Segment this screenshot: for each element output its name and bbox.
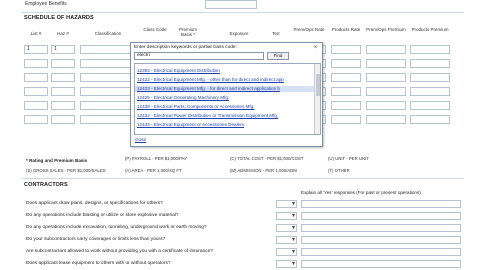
premops-premium-field[interactable] [366, 115, 406, 124]
answer-dropdown[interactable] [276, 236, 297, 244]
products-rate-field[interactable] [331, 87, 361, 96]
classification-field[interactable] [80, 45, 136, 54]
products-rate-field[interactable] [331, 59, 361, 68]
close-icon[interactable]: × [312, 45, 319, 52]
col-premops-premium: Prem/Ops Premium [366, 27, 406, 32]
rating-other: (T) OTHER [328, 168, 350, 173]
classification-field[interactable] [80, 115, 136, 124]
results-scrollbar[interactable] [314, 64, 320, 134]
products-premium-field[interactable] [410, 45, 450, 54]
list-field[interactable]: 1 [24, 45, 48, 54]
products-rate-field[interactable] [331, 115, 361, 124]
col-products-premium: Products Premium [411, 27, 449, 32]
products-premium-field[interactable] [410, 59, 450, 68]
rating-admission: (M) ADMISSION - PER 1,000/ADM [230, 168, 297, 173]
search-results-box: 12393 - Electrical Equipment Distributio… [134, 63, 321, 135]
haz-field[interactable]: 1 [51, 45, 75, 54]
classification-field[interactable] [80, 73, 136, 82]
rating-area: (A) AREA - PER 1,000/SQ FT [125, 168, 182, 173]
premops-premium-field[interactable] [366, 87, 406, 96]
answer-dropdown[interactable] [276, 248, 297, 256]
products-premium-field[interactable] [410, 115, 450, 124]
haz-field[interactable] [51, 73, 75, 82]
premops-premium-field[interactable] [366, 45, 406, 54]
explain-field[interactable] [301, 248, 461, 256]
result-item[interactable]: 12393 - Electrical Equipment Distributio… [137, 68, 220, 73]
question-text: Do any operations include blasting or ut… [26, 213, 179, 218]
premops-premium-field[interactable] [366, 101, 406, 110]
list-field[interactable] [24, 101, 48, 110]
class-search-input[interactable]: electri [134, 52, 264, 60]
question-text: Do your subcontractors carry coverages o… [26, 237, 166, 242]
answer-dropdown[interactable] [276, 224, 297, 232]
contractors-title: CONTRACTORS [24, 182, 68, 188]
rating-gross-sales: (S) GROSS SALES - PER $1,000/SALES [26, 168, 106, 173]
list-field[interactable] [24, 73, 48, 82]
col-list: List # [30, 31, 42, 36]
col-exposure: Exposure [229, 31, 249, 36]
list-field[interactable] [24, 115, 48, 124]
classification-field[interactable] [80, 101, 136, 110]
col-products-rate: Products Rate [331, 27, 361, 32]
haz-field[interactable] [51, 101, 75, 110]
explain-field[interactable] [301, 236, 461, 244]
classification-field[interactable] [80, 87, 136, 96]
schedule-title: SCHEDULE OF HAZARDS [24, 15, 94, 21]
result-item[interactable]: 12430 - Electrical Parts, Components or … [137, 104, 254, 109]
explain-field[interactable] [301, 212, 461, 220]
question-text: Does applicant lease equipment to others… [26, 261, 171, 266]
col-class-code: Class Code [143, 27, 167, 32]
popup-close-link[interactable]: close [135, 138, 146, 143]
classification-field[interactable] [80, 59, 136, 68]
col-terr: Terr [272, 31, 280, 36]
haz-field[interactable] [51, 87, 75, 96]
explain-field[interactable] [301, 260, 461, 268]
result-item[interactable]: 12422 - Electrical Equipment Mfg. - othe… [137, 77, 284, 82]
rating-payroll: (P) PAYROLL - PER $1,000/PAY [125, 156, 188, 161]
explain-header: Explain all 'Yes' responses (For past or… [301, 190, 421, 195]
scrollbar-thumb[interactable] [316, 74, 320, 96]
premops-premium-field[interactable] [366, 59, 406, 68]
divider-top [22, 12, 464, 13]
result-item[interactable]: 12433 - Electrical Equipment or Accessor… [137, 122, 244, 127]
employee-benefits-label: Employee Benefits [25, 1, 67, 7]
class-code-lookup-popup: Enter description keywords or partial cl… [130, 42, 323, 147]
find-button[interactable]: Find [267, 52, 289, 60]
result-item[interactable]: 12423 - Electrical Equipment Mfg. - for … [137, 86, 280, 91]
result-item[interactable]: 12425 - Electrical Generating Machinery … [137, 95, 229, 100]
col-premops-rate: Prem/Ops Rate [293, 27, 325, 32]
popup-title: Enter description keywords or partial cl… [134, 45, 237, 50]
col-classification: Classification [94, 31, 122, 36]
products-premium-field[interactable] [410, 73, 450, 82]
list-field[interactable] [24, 87, 48, 96]
answer-dropdown[interactable] [276, 212, 297, 220]
col-haz: Haz # [57, 31, 69, 36]
rating-total-cost: (C) TOTAL COST - PER $1,000/COST [230, 156, 304, 161]
question-text: Are subcontractors allowed to work witho… [26, 249, 213, 254]
products-premium-field[interactable] [410, 101, 450, 110]
divider-contractors [22, 178, 464, 179]
answer-dropdown[interactable] [276, 260, 297, 268]
explain-field[interactable] [301, 224, 461, 232]
products-rate-field[interactable] [331, 73, 361, 82]
products-rate-field[interactable] [331, 45, 361, 54]
col-premium-basis: Premium Basis * [178, 27, 197, 37]
list-field[interactable] [24, 59, 48, 68]
haz-field[interactable] [51, 115, 75, 124]
premops-premium-field[interactable] [366, 73, 406, 82]
answer-dropdown[interactable] [276, 200, 297, 208]
explain-field[interactable] [301, 200, 461, 208]
rating-title: * Rating and Premium Basis [26, 158, 88, 163]
result-item[interactable]: 12432 - Electrical Power Distribution or… [137, 113, 278, 118]
employee-benefits-field[interactable] [205, 0, 257, 9]
question-text: Does applicant draw plans, designs, or s… [26, 201, 163, 206]
haz-field[interactable] [51, 59, 75, 68]
rating-unit: (U) UNIT - PER UNIT [328, 156, 369, 161]
question-text: Do any operations include excavation, tu… [26, 225, 207, 230]
products-premium-field[interactable] [410, 87, 450, 96]
products-rate-field[interactable] [331, 101, 361, 110]
